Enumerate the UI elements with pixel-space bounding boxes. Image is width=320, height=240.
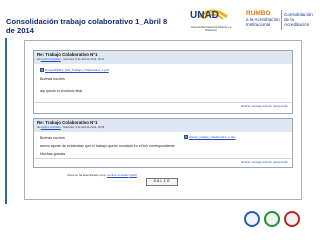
post-line: Buenas noches	[40, 136, 65, 140]
attachment-link[interactable]: Grupo201512_109_Trabajo_Colaborativo_1.p…	[40, 67, 109, 74]
logout-link[interactable]: (Salir)	[129, 173, 136, 177]
left-accent-rule	[5, 38, 7, 204]
certification-logo	[284, 211, 300, 227]
post-line: anexo aporte de evidencias que el trabaj…	[40, 144, 175, 148]
consolidacion-logo: Consolidación de la Acreditación	[284, 12, 313, 27]
forum-post: Re: Trabajo Colaborativo N°1 de nombre c…	[33, 118, 293, 168]
post-meta: de nombre completo - miércoles, 9 de abr…	[37, 126, 105, 129]
file-icon	[40, 68, 44, 73]
unad-logo	[198, 9, 228, 20]
post-meta: de nombre completo - miércoles, 8 de abr…	[37, 58, 105, 61]
rumbo-subtitle: a la Acreditación Institucional	[246, 17, 280, 27]
login-status: Usted se ha autentificado como nombre co…	[67, 173, 137, 177]
post-footer-links[interactable]: Mostrar mensaje anterior | Responder	[34, 158, 292, 165]
forum-post: Re: Trabajo Colaborativo N°1 de nombre c…	[33, 50, 293, 114]
post-line: Muchas gracias	[40, 152, 66, 156]
unad-wordmark: UNAD	[190, 10, 219, 21]
certification-logo	[244, 211, 260, 227]
file-icon	[184, 135, 188, 140]
post-line: Buenas noches	[40, 77, 65, 81]
attachment-link[interactable]: Aporte_trabajo_colaborativo_1.doc	[184, 134, 236, 141]
post-footer-links[interactable]: Mostrar mensaje anterior | Responder	[34, 102, 292, 109]
post-header: Re: Trabajo Colaborativo N°1 de nombre c…	[34, 119, 292, 132]
rumbo-wordmark: RUMBO	[246, 10, 271, 17]
post-body: Aporte_trabajo_colaborativo_1.doc Buenas…	[34, 132, 292, 158]
slide-title: Consolidación trabajo colaborativo 1_Abr…	[6, 17, 168, 35]
logo-divider	[281, 10, 282, 30]
post-body: Grupo201512_109_Trabajo_Colaborativo_1.p…	[34, 64, 292, 102]
certification-logo	[264, 211, 280, 227]
post-line: aqi quedo el producto final	[40, 89, 83, 93]
post-author-link[interactable]: nombre completo	[41, 126, 61, 129]
exit-button[interactable]: SALIR	[146, 178, 178, 186]
logged-user-link[interactable]: nombre completo	[107, 173, 129, 177]
post-author-link[interactable]: nombre completo	[41, 58, 61, 61]
unad-subtitle: Universidad Nacional Abierta y a Distanc…	[190, 25, 232, 33]
post-header: Re: Trabajo Colaborativo N°1 de nombre c…	[34, 51, 292, 64]
